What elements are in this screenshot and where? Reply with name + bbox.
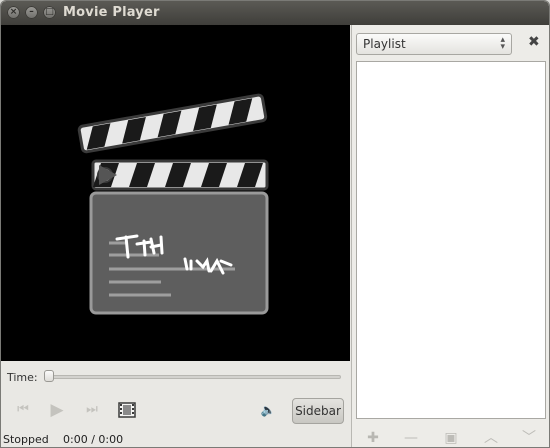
seek-slider-handle[interactable] (44, 370, 54, 382)
play-icon[interactable]: ▶ (47, 401, 67, 419)
maximize-window-button[interactable]: □ (43, 6, 56, 19)
fullscreen-icon[interactable] (118, 402, 136, 418)
sidebar-panel: Playlist ▴ ▾ ✖ ✚ — ▣ ︿ ﹀ (351, 25, 549, 447)
video-display[interactable] (1, 25, 350, 361)
sidebar-mode-combo[interactable]: Playlist ▴ ▾ (356, 33, 512, 55)
combo-updown-icon: ▴ ▾ (500, 35, 505, 52)
remove-icon[interactable]: — (402, 429, 420, 447)
minimize-window-button[interactable]: – (25, 6, 38, 19)
volume-icon[interactable]: 🔈 (259, 401, 277, 419)
minimize-icon: – (29, 7, 34, 17)
next-icon[interactable]: ⏭ (81, 401, 103, 419)
previous-icon[interactable]: ⏮ (11, 401, 35, 419)
time-label: Time: (7, 371, 38, 384)
titlebar: × – □ Movie Player (1, 1, 549, 25)
seek-slider[interactable] (46, 375, 341, 379)
move-up-icon[interactable]: ︿ (482, 429, 500, 447)
add-icon[interactable]: ✚ (364, 429, 382, 447)
close-sidebar-icon[interactable]: ✖ (528, 34, 540, 50)
clapperboard-logo (77, 93, 269, 315)
close-window-button[interactable]: × (7, 6, 20, 19)
sidebar-toggle-button[interactable]: Sidebar (292, 398, 344, 424)
maximize-icon: □ (45, 7, 54, 17)
playlist-list[interactable] (356, 61, 546, 419)
status-time: 0:00 / 0:00 (63, 433, 124, 446)
combo-value: Playlist (363, 37, 406, 51)
move-down-icon[interactable]: ﹀ (520, 429, 538, 447)
close-icon: × (9, 7, 18, 17)
movie-player-window: × – □ Movie Player Playlist ▴ ▾ ✖ ✚ — ▣ … (0, 0, 550, 448)
status-state: Stopped (3, 433, 49, 446)
window-title: Movie Player (63, 5, 160, 20)
copy-icon[interactable]: ▣ (442, 429, 460, 447)
